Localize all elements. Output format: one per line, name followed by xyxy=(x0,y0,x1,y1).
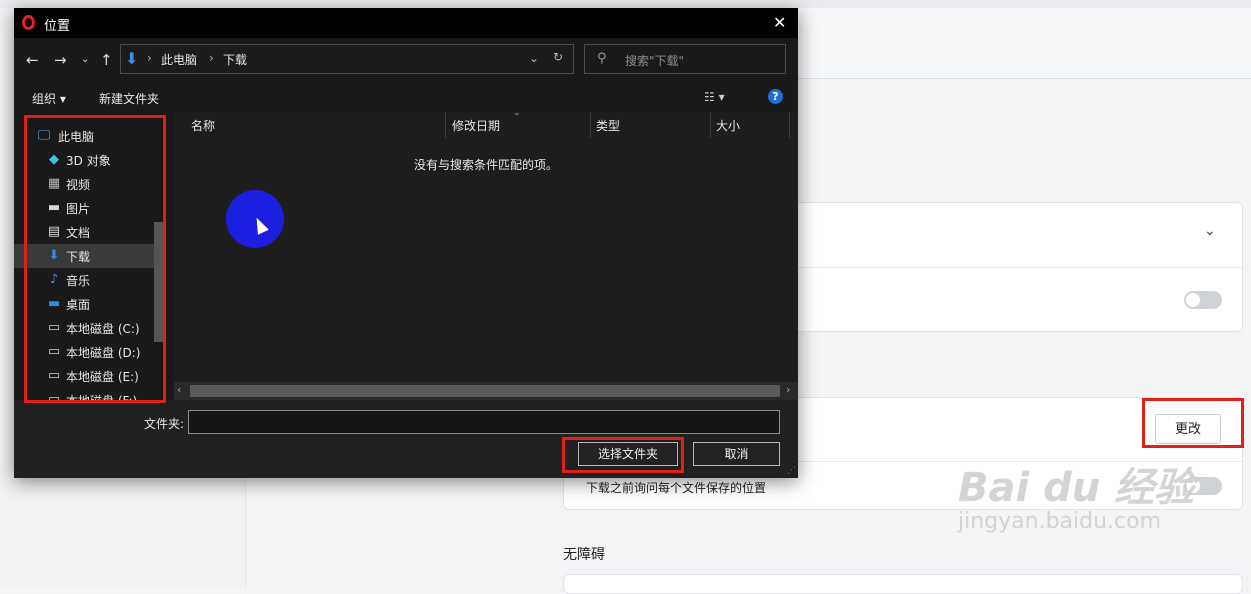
resize-grip-icon[interactable]: ⋰ xyxy=(787,466,796,476)
view-options-icon[interactable]: ☷ ▾ xyxy=(704,90,725,104)
ask-location-label: 下载之前询问每个文件保存的位置 xyxy=(586,481,767,495)
sort-chevron-icon: ⌄ xyxy=(513,108,521,118)
nav-item-this-pc[interactable]: 🖵 此电脑 xyxy=(14,124,164,148)
nav-item-music[interactable]: ♪ 音乐 xyxy=(14,268,164,292)
nav-item-drive-d[interactable]: ▭ 本地磁盘 (D:) xyxy=(14,340,164,364)
folder-dialog: 位置 ✕ ← → ⌄ ↑ ⬇ › 此电脑 › 下载 ⌄ ↻ ⚲ 搜索"下载" 组… xyxy=(14,8,798,478)
nav-item-documents[interactable]: ▤ 文档 xyxy=(14,220,164,244)
music-icon: ♪ xyxy=(49,272,59,287)
nav-item-drive-f[interactable]: ▭ 本地磁盘 (F:) xyxy=(14,388,164,400)
cube-icon: ◆ xyxy=(49,152,59,167)
refresh-icon[interactable]: ↻ xyxy=(553,50,563,64)
watermark-top: Bai du 经验 xyxy=(958,465,1195,511)
picture-icon: ▬ xyxy=(47,200,61,215)
up-arrow-icon[interactable]: ↑ xyxy=(100,51,113,69)
search-placeholder: 搜索"下载" xyxy=(625,54,685,68)
path-box[interactable]: ⬇ › 此电脑 › 下载 ⌄ ↻ xyxy=(120,44,574,74)
column-type[interactable]: 类型 xyxy=(596,117,620,134)
dialog-footer: 文件夹: 选择文件夹 取消 ⋰ xyxy=(14,400,798,478)
cancel-button[interactable]: 取消 xyxy=(693,442,780,466)
organize-menu[interactable]: 组织 ▾ xyxy=(32,90,66,107)
nav-item-desktop[interactable]: ▬ 桌面 xyxy=(14,292,164,316)
navigation-pane: 🖵 此电脑 ◆ 3D 对象 ▦ 视频 ▬ 图片 ▤ 文档 ⬇ 下载 ♪ 音乐 ▬ xyxy=(14,112,174,400)
help-icon[interactable]: ? xyxy=(768,89,783,104)
path-current[interactable]: 下载 xyxy=(223,51,247,68)
download-icon: ⬇ xyxy=(48,248,60,263)
computer-icon: 🖵 xyxy=(37,128,51,143)
watermark-bottom: jingyan.baidu.com xyxy=(958,509,1162,534)
empty-message: 没有与搜索条件匹配的项。 xyxy=(414,158,559,172)
drive-icon: ▭ xyxy=(47,344,61,359)
chevron-down-icon[interactable]: ⌄ xyxy=(529,51,539,65)
scroll-right-icon[interactable]: › xyxy=(786,383,790,396)
folder-input[interactable] xyxy=(188,410,780,434)
accessibility-heading: 无障碍 xyxy=(563,547,605,563)
chevron-down-icon[interactable]: ⌄ xyxy=(1204,223,1216,239)
drive-icon: ▭ xyxy=(47,320,61,335)
nav-item-videos[interactable]: ▦ 视频 xyxy=(14,172,164,196)
column-size[interactable]: 大小 xyxy=(716,117,740,134)
column-name[interactable]: 名称 xyxy=(191,117,215,134)
document-icon: ▤ xyxy=(47,224,61,239)
search-input[interactable]: ⚲ 搜索"下载" xyxy=(584,44,786,74)
nav-item-drive-c[interactable]: ▭ 本地磁盘 (C:) xyxy=(14,316,164,340)
nav-item-drive-e[interactable]: ▭ 本地磁盘 (E:) xyxy=(14,364,164,388)
opera-logo-icon xyxy=(22,15,35,30)
scroll-thumb[interactable] xyxy=(190,385,780,397)
scroll-left-icon[interactable]: ‹ xyxy=(177,383,181,396)
back-arrow-icon[interactable]: ← xyxy=(26,51,39,69)
dialog-title: 位置 xyxy=(44,19,71,34)
file-list: 名称 修改日期 ⌄ 类型 大小 没有与搜索条件匹配的项。 xyxy=(174,108,798,400)
new-folder-button[interactable]: 新建文件夹 xyxy=(99,90,159,107)
drive-icon: ▭ xyxy=(47,392,61,400)
search-icon: ⚲ xyxy=(597,51,607,66)
path-sep-icon: › xyxy=(209,51,214,65)
nav-scrollbar[interactable] xyxy=(154,222,164,342)
desktop-icon: ▬ xyxy=(47,296,61,311)
path-root[interactable]: 此电脑 xyxy=(161,51,197,68)
column-date[interactable]: 修改日期 xyxy=(452,117,500,134)
video-icon: ▦ xyxy=(47,176,61,191)
nav-item-downloads[interactable]: ⬇ 下载 xyxy=(14,244,164,268)
download-icon: ⬇ xyxy=(125,49,139,68)
horizontal-scrollbar[interactable]: ‹ › xyxy=(174,382,798,400)
accessibility-card xyxy=(563,574,1243,594)
forward-arrow-icon[interactable]: → xyxy=(54,51,67,69)
path-sep-icon: › xyxy=(147,51,152,65)
nav-item-pictures[interactable]: ▬ 图片 xyxy=(14,196,164,220)
recent-dropdown-icon[interactable]: ⌄ xyxy=(81,54,89,65)
close-icon[interactable]: ✕ xyxy=(773,13,786,32)
dialog-toolbar: 组织 ▾ 新建文件夹 ☷ ▾ ? xyxy=(14,86,798,112)
dialog-titlebar: 位置 ✕ xyxy=(14,8,798,38)
drive-icon: ▭ xyxy=(47,368,61,383)
baidu-watermark: Bai du 经验 jingyan.baidu.com xyxy=(958,455,1194,534)
nav-item-3d-objects[interactable]: ◆ 3D 对象 xyxy=(14,148,164,172)
address-bar: ← → ⌄ ↑ ⬇ › 此电脑 › 下载 ⌄ ↻ ⚲ 搜索"下载" xyxy=(14,38,798,86)
change-button[interactable]: 更改 xyxy=(1155,414,1221,444)
settings-toggle[interactable] xyxy=(1184,291,1222,309)
select-folder-button[interactable]: 选择文件夹 xyxy=(578,442,678,466)
folder-label: 文件夹: xyxy=(144,417,185,431)
browser-top-strip xyxy=(0,0,1251,8)
